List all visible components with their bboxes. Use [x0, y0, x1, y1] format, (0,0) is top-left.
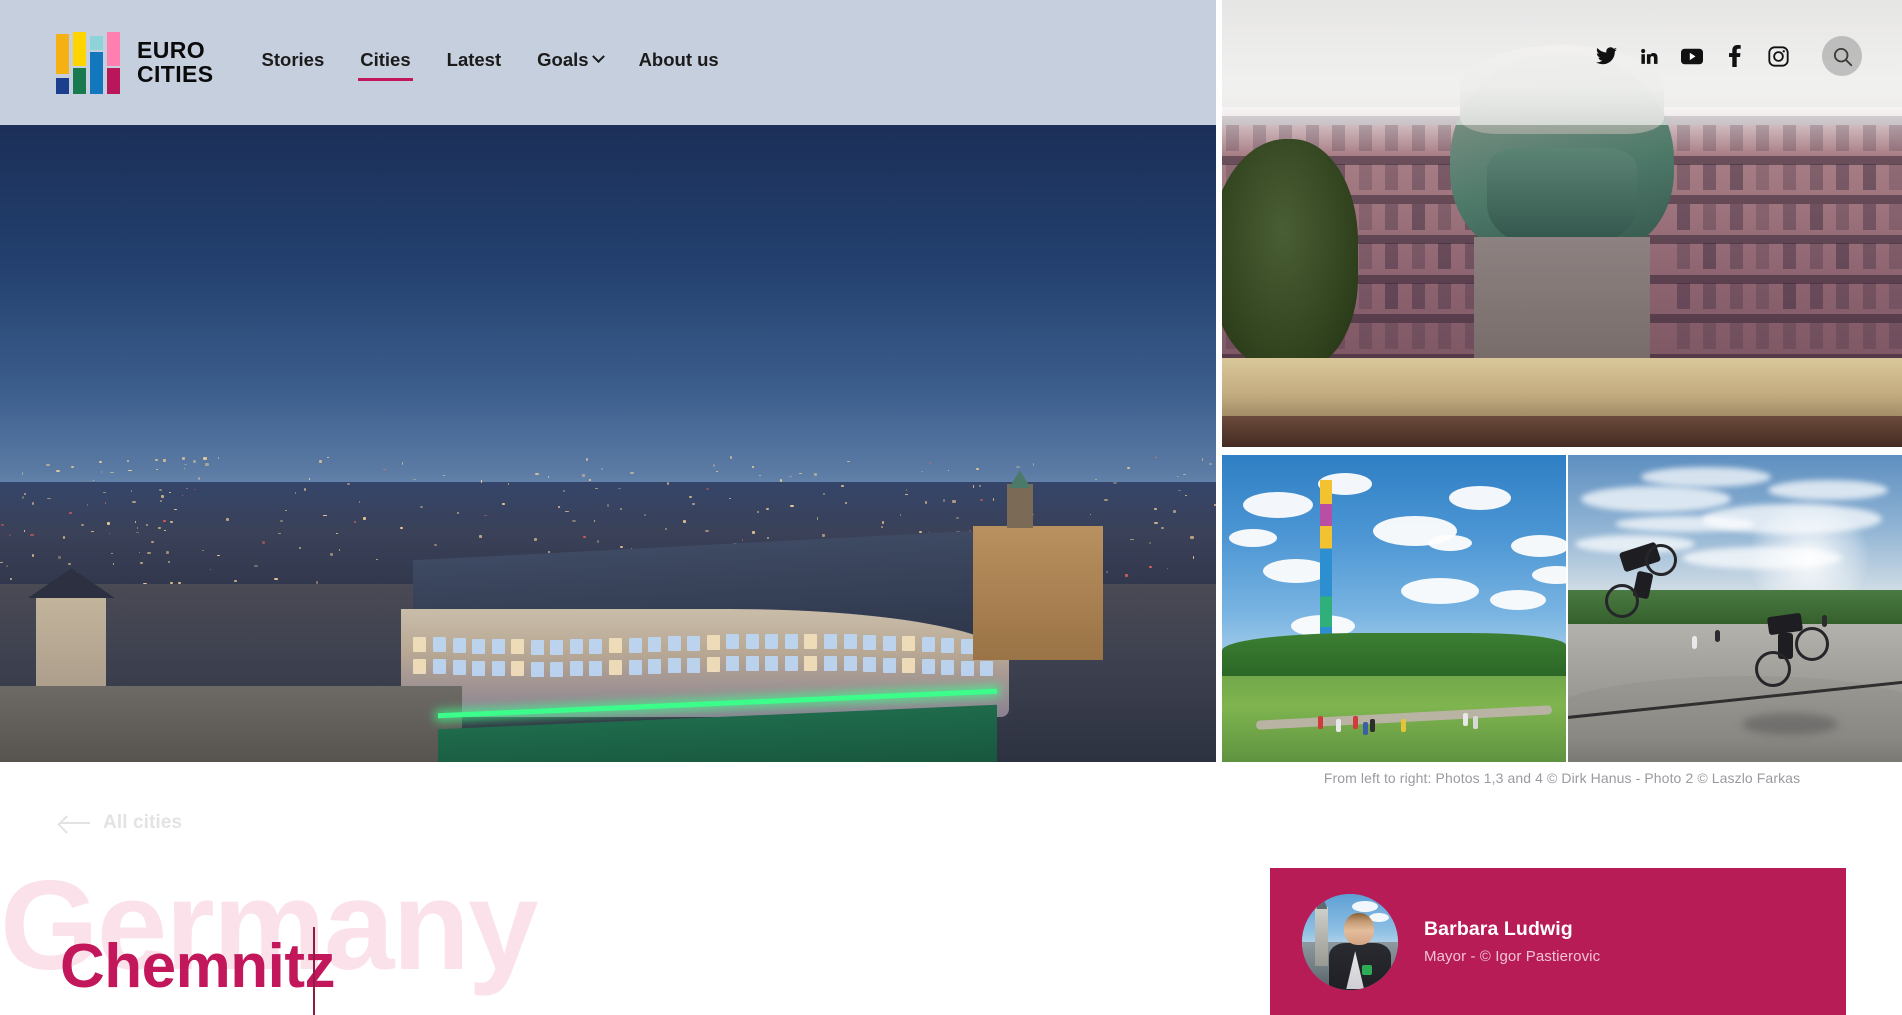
linkedin-icon[interactable] — [1638, 45, 1660, 67]
twitter-icon[interactable] — [1595, 45, 1617, 67]
nav-label: Latest — [446, 48, 502, 70]
chevron-down-icon — [591, 50, 605, 64]
nav-item-cities[interactable]: Cities — [358, 45, 414, 81]
gallery-photo-3[interactable] — [1222, 455, 1566, 762]
eurocities-logo[interactable]: EURO CITIES — [56, 31, 214, 94]
logo-line-1: EURO — [137, 36, 206, 63]
page-title: Chemnitz — [60, 932, 336, 1001]
mayor-role: Mayor - © Igor Pastierovic — [1424, 948, 1601, 965]
logo-line-2: CITIES — [137, 60, 214, 87]
mayor-details: Barbara Ludwig Mayor - © Igor Pastierovi… — [1424, 918, 1600, 965]
chemnitz-aerial-dusk-image — [0, 125, 1216, 762]
nav-item-latest[interactable]: Latest — [445, 45, 504, 81]
nav-label: Stories — [261, 48, 325, 70]
back-to-all-cities-link[interactable]: All cities — [60, 812, 182, 834]
mayor-name: Barbara Ludwig — [1424, 918, 1573, 940]
nav-item-goals[interactable]: Goals — [535, 45, 605, 81]
main-navigation: Stories Cities Latest Goals About us — [260, 0, 721, 125]
photo-credit: From left to right: Photos 1,3 and 4 © D… — [1323, 770, 1801, 786]
logo-wordmark: EURO CITIES — [137, 36, 214, 87]
page-root: EURO CITIES Stories Cities Latest Goals … — [0, 0, 1902, 1015]
nav-item-about-us[interactable]: About us — [637, 45, 721, 81]
nav-label: Cities — [360, 48, 411, 70]
instagram-icon[interactable] — [1767, 45, 1789, 67]
nav-label: Goals — [537, 48, 589, 70]
skatepark-bmx-image — [1568, 455, 1902, 762]
nav-label: About us — [638, 48, 719, 70]
gallery-photo-1[interactable] — [0, 125, 1216, 762]
title-divider — [313, 927, 315, 1015]
social-links — [1595, 36, 1862, 76]
nav-item-stories[interactable]: Stories — [260, 45, 327, 81]
avatar — [1302, 893, 1398, 990]
facebook-icon[interactable] — [1724, 45, 1746, 67]
logo-bars-icon — [56, 31, 124, 94]
esse-chimney-meadow-image — [1222, 455, 1566, 762]
mayor-card: Barbara Ludwig Mayor - © Igor Pastierovi… — [1270, 868, 1846, 1015]
youtube-icon[interactable] — [1681, 45, 1703, 67]
arrow-left-icon — [60, 822, 90, 824]
gallery-photo-4[interactable] — [1568, 455, 1902, 762]
back-link-label: All cities — [103, 812, 183, 833]
search-button[interactable] — [1822, 36, 1862, 76]
site-header: EURO CITIES Stories Cities Latest Goals … — [0, 0, 1216, 125]
